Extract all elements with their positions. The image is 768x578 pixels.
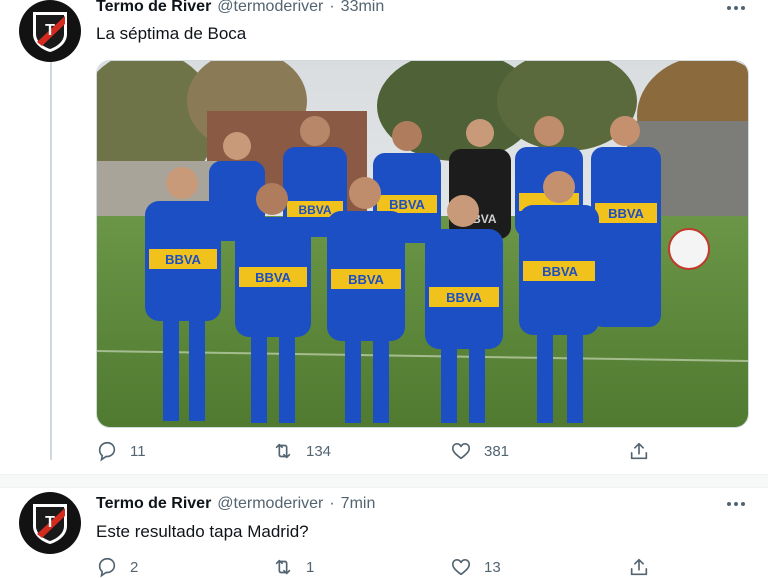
share-icon	[630, 558, 648, 576]
team-photo: BBVA BBVA BBVA BBVA BBVA BBVA BBVA BBVA …	[97, 61, 748, 427]
svg-text:BBVA: BBVA	[348, 272, 384, 287]
user-handle[interactable]: @termoderiver	[217, 495, 323, 513]
tweet-header: Termo de River @termoderiver · 33min	[96, 0, 384, 16]
svg-text:T: T	[45, 22, 55, 39]
retweet-button[interactable]: 134	[272, 440, 450, 462]
thread-connector-line	[50, 62, 52, 460]
more-options-icon[interactable]	[724, 496, 748, 512]
reply-button[interactable]: 11	[96, 440, 272, 462]
display-name[interactable]: Termo de River	[96, 0, 211, 16]
avatar[interactable]: T	[19, 0, 81, 62]
reply-count: 2	[130, 558, 139, 576]
svg-text:BBVA: BBVA	[298, 203, 331, 217]
user-handle[interactable]: @termoderiver	[217, 0, 323, 16]
reply-icon	[98, 557, 116, 578]
tweet-divider	[0, 474, 768, 488]
timestamp[interactable]: 7min	[341, 495, 376, 513]
timestamp[interactable]: 33min	[341, 0, 385, 16]
tweet-text: La séptima de Boca	[96, 24, 247, 43]
share-button[interactable]	[628, 556, 650, 578]
river-logo-icon: T	[33, 12, 67, 52]
heart-icon	[451, 559, 471, 576]
retweet-count: 134	[306, 442, 332, 460]
reply-count: 11	[130, 442, 146, 460]
svg-text:BBVA: BBVA	[389, 197, 425, 212]
svg-text:T: T	[45, 514, 55, 531]
share-icon	[630, 442, 648, 460]
avatar[interactable]: T	[19, 492, 81, 554]
retweet-icon	[275, 443, 291, 459]
svg-text:BBVA: BBVA	[165, 252, 201, 267]
like-button[interactable]: 13	[450, 556, 628, 578]
tweet-actions: 2 1 13	[96, 556, 650, 578]
like-count: 381	[484, 442, 510, 460]
retweet-icon	[275, 559, 291, 575]
separator-dot: ·	[329, 0, 335, 15]
svg-text:BBVA: BBVA	[608, 206, 644, 221]
display-name[interactable]: Termo de River	[96, 495, 211, 513]
svg-text:BBVA: BBVA	[446, 290, 482, 305]
reply-icon	[98, 441, 116, 462]
river-logo-icon: T	[33, 504, 67, 544]
tweet-actions: 11 134 381	[96, 440, 650, 462]
like-button[interactable]: 381	[450, 440, 628, 462]
separator-dot: ·	[329, 495, 335, 512]
tweet-photo[interactable]: BBVA BBVA BBVA BBVA BBVA BBVA BBVA BBVA …	[96, 60, 749, 428]
reply-button[interactable]: 2	[96, 556, 272, 578]
retweet-button[interactable]: 1	[272, 556, 450, 578]
tweet-header: Termo de River @termoderiver · 7min	[96, 495, 375, 513]
share-button[interactable]	[628, 440, 650, 462]
more-options-icon[interactable]	[724, 0, 748, 16]
tweet-text: Este resultado tapa Madrid?	[96, 522, 309, 541]
retweet-count: 1	[306, 558, 315, 576]
like-count: 13	[484, 558, 501, 576]
svg-text:BBVA: BBVA	[542, 264, 578, 279]
svg-text:BBVA: BBVA	[255, 270, 291, 285]
heart-icon	[451, 443, 471, 460]
